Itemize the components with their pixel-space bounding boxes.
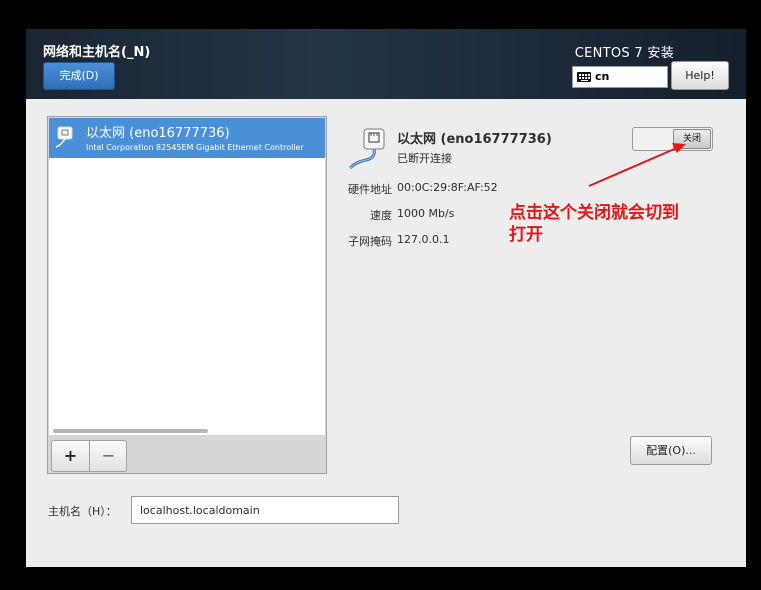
annotation-arrow — [588, 143, 686, 187]
